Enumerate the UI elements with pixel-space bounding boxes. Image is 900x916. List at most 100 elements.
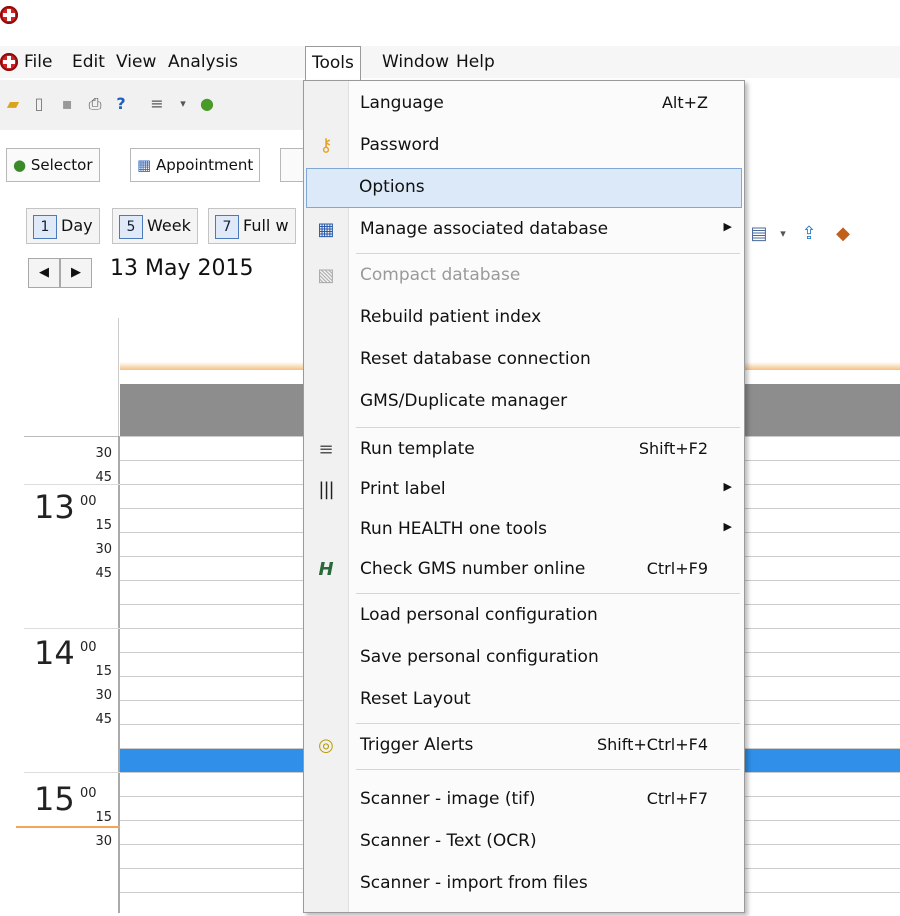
menu-item-options[interactable]: Options xyxy=(306,168,742,208)
menu-tools[interactable]: Tools xyxy=(305,46,361,80)
menu-item-trigger-alerts[interactable]: ◎ Trigger Alerts Shift+Ctrl+F4 xyxy=(306,727,742,765)
column-divider xyxy=(118,318,119,436)
minute-label: 15 xyxy=(95,518,112,533)
menu-item-scanner-import[interactable]: Scanner - import from files xyxy=(306,865,742,903)
book-icon[interactable]: ◆ xyxy=(832,223,854,245)
menu-item-save-personal-configuration[interactable]: Save personal configuration xyxy=(306,639,742,677)
fullweek-view-button[interactable]: 7 Full w xyxy=(208,208,296,244)
menu-item-reset-database-connection[interactable]: Reset database connection xyxy=(306,341,742,379)
menu-item-label: Scanner - import from files xyxy=(360,873,588,893)
barcode-icon: ||| xyxy=(318,479,334,500)
current-date: 13 May 2015 xyxy=(110,256,254,281)
open-folder-icon[interactable]: ▰ xyxy=(2,93,24,115)
hour-minute-label: 00 xyxy=(80,786,97,801)
menu-item-shortcut: Ctrl+F7 xyxy=(646,789,708,808)
minute-label: 30 xyxy=(95,446,112,461)
menu-separator xyxy=(356,427,740,428)
menu-item-run-health-one-tools[interactable]: Run HEALTH one tools ▶ xyxy=(306,511,742,549)
health-logo-icon: H xyxy=(318,559,334,580)
hour-minute-label: 00 xyxy=(80,494,97,509)
hour-divider xyxy=(24,772,120,773)
minute-label: 15 xyxy=(95,664,112,679)
minute-label: 45 xyxy=(95,470,112,485)
submenu-arrow-icon: ▶ xyxy=(723,220,732,233)
display-icon[interactable]: ▤ xyxy=(748,223,770,245)
hour-label: 14 xyxy=(34,634,75,672)
previous-day-button[interactable]: ◀ xyxy=(28,258,60,288)
help-icon[interactable]: ? xyxy=(110,93,132,115)
menu-item-label: Reset Layout xyxy=(360,689,471,709)
minute-label: 30 xyxy=(95,834,112,849)
menu-separator xyxy=(356,723,740,724)
menu-window[interactable]: Window xyxy=(382,46,449,78)
menu-separator xyxy=(356,769,740,770)
minute-label: 45 xyxy=(95,566,112,581)
menu-edit[interactable]: Edit xyxy=(72,46,105,78)
menu-item-run-template[interactable]: ≡ Run template Shift+F2 xyxy=(306,431,742,469)
hour-divider xyxy=(24,628,120,629)
dropdown-arrow-icon[interactable]: ▾ xyxy=(172,93,194,115)
menu-item-label: Options xyxy=(359,177,425,197)
menu-item-rebuild-patient-index[interactable]: Rebuild patient index xyxy=(306,299,742,337)
hour-label: 13 xyxy=(34,488,75,526)
menu-separator xyxy=(356,253,740,254)
menu-item-shortcut: Ctrl+F9 xyxy=(646,559,708,578)
tab-selector[interactable]: ● Selector xyxy=(6,148,100,182)
menu-item-gms-duplicate-manager[interactable]: GMS/Duplicate manager xyxy=(306,383,742,421)
fullweek-label: Full w xyxy=(243,216,289,235)
tab-appointment[interactable]: ▦ Appointment xyxy=(130,148,261,182)
menu-item-language[interactable]: Language Alt+Z xyxy=(306,85,742,123)
export-icon[interactable]: ⇪ xyxy=(798,223,820,245)
tab-selector-label: Selector xyxy=(30,156,93,174)
menu-analysis[interactable]: Analysis xyxy=(168,46,238,78)
menu-item-scanner-text-ocr[interactable]: Scanner - Text (OCR) xyxy=(306,823,742,861)
menu-item-label: Password xyxy=(360,135,440,155)
week-label: Week xyxy=(147,216,191,235)
menu-help[interactable]: Help xyxy=(456,46,495,78)
hour-label: 15 xyxy=(34,780,75,818)
save-icon[interactable]: ▪ xyxy=(56,93,78,115)
menu-item-manage-associated-database[interactable]: ▦ Manage associated database ▶ xyxy=(306,211,742,249)
new-file-icon[interactable]: ▯ xyxy=(28,93,50,115)
menu-item-password[interactable]: ⚷ Password xyxy=(306,127,742,165)
person-icon: ● xyxy=(13,156,27,174)
menu-item-load-personal-configuration[interactable]: Load personal configuration xyxy=(306,597,742,635)
compact-icon: ▧ xyxy=(317,265,335,286)
menu-item-scanner-image[interactable]: Scanner - image (tif) Ctrl+F7 xyxy=(306,781,742,819)
person-icon[interactable]: ● xyxy=(196,93,218,115)
app-logo-icon xyxy=(0,6,18,24)
hour-divider xyxy=(24,484,120,485)
print-icon[interactable]: ⎙ xyxy=(84,93,106,115)
menu-separator xyxy=(356,593,740,594)
menu-file[interactable]: File xyxy=(24,46,52,78)
menu-item-compact-database: ▧ Compact database xyxy=(306,257,742,295)
menu-item-print-label[interactable]: ||| Print label ▶ xyxy=(306,471,742,509)
minute-label: 30 xyxy=(95,542,112,557)
menu-item-reset-layout[interactable]: Reset Layout xyxy=(306,681,742,719)
view-switcher: 1 Day 5 Week 7 Full w xyxy=(0,208,310,248)
next-day-button[interactable]: ▶ xyxy=(60,258,92,288)
dropdown-arrow-icon[interactable]: ▾ xyxy=(772,223,794,245)
menu-item-label: Scanner - image (tif) xyxy=(360,789,536,809)
submenu-arrow-icon: ▶ xyxy=(723,520,732,533)
minute-label: 45 xyxy=(95,712,112,727)
menu-item-check-gms-number-online[interactable]: H Check GMS number online Ctrl+F9 xyxy=(306,551,742,589)
header-bottom-line xyxy=(24,436,120,437)
title-bar xyxy=(0,0,900,40)
week-view-button[interactable]: 5 Week xyxy=(112,208,198,244)
menu-item-label: Run HEALTH one tools xyxy=(360,519,547,539)
tools-dropdown-menu: Language Alt+Z ⚷ Password Options ▦ Mana… xyxy=(303,80,745,913)
menu-item-label: Compact database xyxy=(360,265,521,285)
menu-item-label: Rebuild patient index xyxy=(360,307,542,327)
calendar-grid-icon: ▦ xyxy=(317,219,335,240)
menu-item-label: Manage associated database xyxy=(360,219,609,239)
menu-item-label: Check GMS number online xyxy=(360,559,586,579)
current-time-indicator xyxy=(16,826,120,828)
menu-view[interactable]: View xyxy=(116,46,156,78)
day-view-button[interactable]: 1 Day xyxy=(26,208,100,244)
app-menu-icon[interactable] xyxy=(0,53,18,71)
template-icon[interactable]: ≡ xyxy=(146,93,168,115)
minute-label: 30 xyxy=(95,688,112,703)
submenu-arrow-icon: ▶ xyxy=(723,480,732,493)
tab-strip: ● Selector ▦ Appointment xyxy=(0,148,310,184)
